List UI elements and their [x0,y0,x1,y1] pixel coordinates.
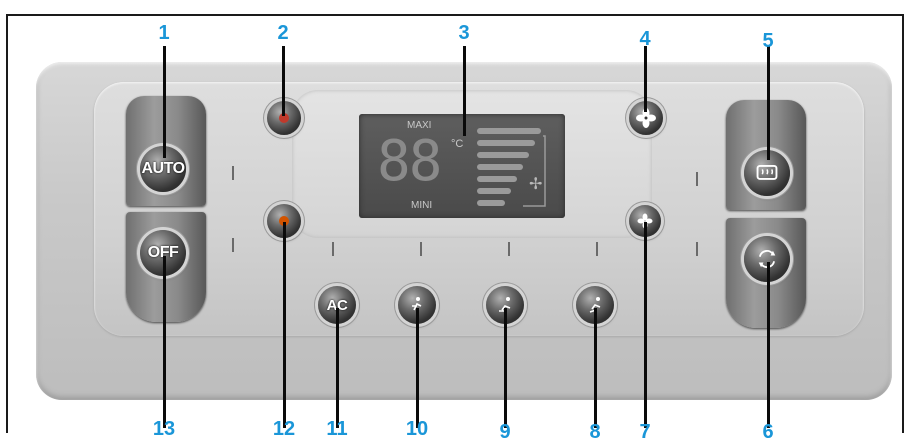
callout-3: 3 [458,22,470,44]
auto-label: AUTO [141,160,185,177]
lcd-unit-label: °C [451,138,464,150]
panel-tick [596,242,598,256]
lcd-temperature-digits: 88 [377,129,442,194]
callout-2: 2 [277,22,289,44]
leader-line-11 [336,308,339,428]
leader-line-12 [283,222,286,428]
leader-line-2 [282,46,285,116]
panel-tick [232,238,234,252]
callout-12: 12 [272,418,296,440]
leader-line-4 [644,46,647,112]
panel-tick [232,166,234,180]
callout-10: 10 [405,418,429,440]
leader-line-3 [463,46,466,136]
callout-13: 13 [152,418,176,440]
lcd-fan-icon: ✢ [529,176,543,193]
leader-line-13 [163,256,166,428]
leader-line-5 [767,46,770,160]
leader-line-6 [767,262,770,428]
lcd-fan-speed-bars [477,128,546,207]
leader-line-8 [594,308,597,428]
callout-1: 1 [158,22,170,44]
callout-6: 6 [762,421,774,443]
callout-8: 8 [589,421,601,443]
panel-tick [332,242,334,256]
panel-tick [508,242,510,256]
panel-tick [696,242,698,256]
leader-line-7 [644,222,647,428]
callout-5: 5 [762,30,774,52]
callout-4: 4 [639,28,651,50]
cropped-heading [0,0,913,14]
rear-defrost-icon [756,164,778,180]
callout-11: 11 [326,418,348,440]
leader-line-10 [416,308,419,428]
leader-line-9 [504,308,507,428]
panel-tick [420,242,422,256]
callout-7: 7 [639,421,651,443]
leader-line-1 [163,46,166,158]
lcd-mini-label: MINI [411,200,433,211]
panel-tick [696,172,698,186]
callout-9: 9 [499,421,511,443]
lcd-display: MAXI 88 °C MINI ✢ [359,114,565,218]
